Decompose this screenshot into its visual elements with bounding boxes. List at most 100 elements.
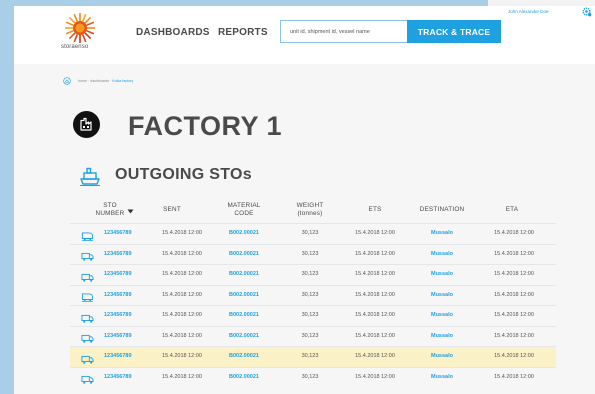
table-row[interactable]: 123456789 15.4.2018 12:00 B002.00021 30,123… <box>70 347 556 367</box>
column-header-line1: STO <box>103 202 117 209</box>
cell-weight: 30,123 <box>301 353 319 359</box>
cell-eta: 15.4.2018 12:00 <box>494 332 534 339</box>
cell-ets: 15.4.2018 12:00 <box>355 291 395 298</box>
column-header-ets[interactable]: ETS <box>355 206 395 214</box>
nav-reports[interactable]: REPORTS <box>218 27 268 38</box>
column-header-line1: WEIGHT <box>296 202 324 209</box>
column-header-line2: (tonnes) <box>297 210 323 217</box>
cell-eta: 15.4.2018 12:00 <box>494 291 534 298</box>
column-header-line1: MATERIAL <box>227 202 261 209</box>
table-row[interactable]: 123456789 15.4.2018 12:00 B002.00021 30,123… <box>70 306 556 326</box>
cell-ets: 15.4.2018 12:00 <box>355 230 395 236</box>
cell-eta: 15.4.2018 12:00 <box>494 230 534 236</box>
column-header-line2: CODE <box>234 210 254 217</box>
truck-icon <box>81 310 94 323</box>
cell-sto-number[interactable]: 123456789 <box>104 251 132 258</box>
cell-destination[interactable]: Mussalo <box>431 353 453 360</box>
cell-sto-number[interactable]: 123456789 <box>104 312 132 319</box>
cell-eta: 15.4.2018 12:00 <box>494 250 534 257</box>
cell-material-code[interactable]: B002.00021 <box>229 230 259 237</box>
table-row[interactable]: 123456789 15.4.2018 12:00 B002.00021 30,123… <box>70 245 556 265</box>
track-and-trace-button[interactable]: TRACK & TRACE <box>407 20 501 43</box>
cell-eta: 15.4.2018 12:00 <box>494 312 534 318</box>
cell-sto-number[interactable]: 123456789 <box>104 271 132 278</box>
train-icon <box>81 290 94 302</box>
cell-sent: 15.4.2018 12:00 <box>162 230 202 236</box>
cell-destination[interactable]: Mussalo <box>431 374 453 381</box>
cell-sto-number[interactable]: 123456789 <box>104 374 132 381</box>
cell-ets: 15.4.2018 12:00 <box>355 271 395 277</box>
column-header-sent[interactable]: SENT <box>152 206 192 214</box>
cell-material-code[interactable]: B002.00021 <box>229 353 259 360</box>
cell-destination[interactable]: Mussalo <box>431 292 453 299</box>
column-header-eta[interactable]: ETA <box>492 206 532 214</box>
column-header-sto-number[interactable]: STO NUMBER <box>90 202 130 218</box>
cell-weight: 30,123 <box>301 230 319 236</box>
cell-sto-number[interactable]: 123456789 <box>104 292 132 299</box>
sort-descending-icon[interactable] <box>127 209 134 214</box>
cell-weight: 30,123 <box>301 332 319 339</box>
cell-material-code[interactable]: B002.00021 <box>229 271 259 278</box>
cell-sent: 15.4.2018 12:00 <box>162 332 202 339</box>
table-row[interactable]: 123456789 15.4.2018 12:00 B002.00021 30,123… <box>70 286 556 306</box>
cell-ets: 15.4.2018 12:00 <box>355 332 395 339</box>
truck-icon <box>81 331 94 343</box>
window-frame-left <box>0 0 14 394</box>
cell-sto-number[interactable]: 123456789 <box>104 333 132 340</box>
factory-icon <box>73 111 100 138</box>
cell-sto-number[interactable]: 123456789 <box>104 353 132 360</box>
cell-destination[interactable]: Mussalo <box>431 271 453 278</box>
truck-icon <box>81 269 94 282</box>
cell-material-code[interactable]: B002.00021 <box>229 333 259 340</box>
cell-weight: 30,123 <box>301 250 319 257</box>
column-header-weight[interactable]: WEIGHT (tonnes) <box>290 202 330 218</box>
cell-sent: 15.4.2018 12:00 <box>162 291 202 298</box>
home-icon[interactable] <box>63 77 71 85</box>
cell-weight: 30,123 <box>301 271 319 277</box>
truck-icon <box>81 351 94 364</box>
table-row[interactable]: 123456789 15.4.2018 12:00 B002.00021 30,123… <box>70 265 556 285</box>
table-row[interactable]: 123456789 15.4.2018 12:00 B002.00021 30,123… <box>70 368 556 388</box>
nav-dashboards[interactable]: DASHBOARDS <box>136 27 210 38</box>
cell-material-code[interactable]: B002.00021 <box>229 374 259 381</box>
cell-eta: 15.4.2018 12:00 <box>494 353 534 359</box>
breadcrumb-current: Kotka factory <box>112 79 134 83</box>
cell-material-code[interactable]: B002.00021 <box>229 251 259 258</box>
column-header-material-code[interactable]: MATERIAL CODE <box>220 202 268 218</box>
column-header-destination[interactable]: DESTINATION <box>410 206 474 214</box>
table-row[interactable]: 123456789 15.4.2018 12:00 B002.00021 30,123… <box>70 224 556 244</box>
cell-material-code[interactable]: B002.00021 <box>229 312 259 319</box>
cell-material-code[interactable]: B002.00021 <box>229 292 259 299</box>
track-search-input[interactable] <box>280 20 407 43</box>
cell-weight: 30,123 <box>301 291 319 298</box>
breadcrumb-dashboards[interactable]: dashboards <box>90 79 109 83</box>
cell-sent: 15.4.2018 12:00 <box>162 353 202 359</box>
cell-weight: 30,123 <box>301 373 319 380</box>
cell-sent: 15.4.2018 12:00 <box>162 312 202 318</box>
cell-ets: 15.4.2018 12:00 <box>355 373 395 380</box>
train-icon <box>81 228 94 241</box>
settings-gear-icon[interactable] <box>581 6 592 17</box>
cell-destination[interactable]: Mussalo <box>431 230 453 237</box>
cell-sent: 15.4.2018 12:00 <box>162 250 202 257</box>
cell-sto-number[interactable]: 123456789 <box>104 230 132 237</box>
cell-sent: 15.4.2018 12:00 <box>162 373 202 380</box>
user-name-link[interactable]: John Alexander Doe <box>508 9 549 14</box>
cell-ets: 15.4.2018 12:00 <box>355 353 395 359</box>
truck-icon <box>81 372 94 384</box>
breadcrumb: home · dashboards · Kotka factory <box>78 79 133 83</box>
truck-icon <box>81 249 94 261</box>
page-title: FACTORY 1 <box>128 111 283 141</box>
cell-ets: 15.4.2018 12:00 <box>355 312 395 318</box>
ship-icon <box>80 167 100 186</box>
cell-destination[interactable]: Mussalo <box>431 333 453 340</box>
breadcrumb-home[interactable]: home <box>78 79 87 83</box>
cell-eta: 15.4.2018 12:00 <box>494 271 534 277</box>
logo-text: storaenso <box>61 44 89 50</box>
cell-weight: 30,123 <box>301 312 319 318</box>
cell-destination[interactable]: Mussalo <box>431 312 453 319</box>
cell-destination[interactable]: Mussalo <box>431 251 453 258</box>
table-row[interactable]: 123456789 15.4.2018 12:00 B002.00021 30,123… <box>70 327 556 347</box>
cell-eta: 15.4.2018 12:00 <box>494 373 534 380</box>
cell-sent: 15.4.2018 12:00 <box>162 271 202 277</box>
